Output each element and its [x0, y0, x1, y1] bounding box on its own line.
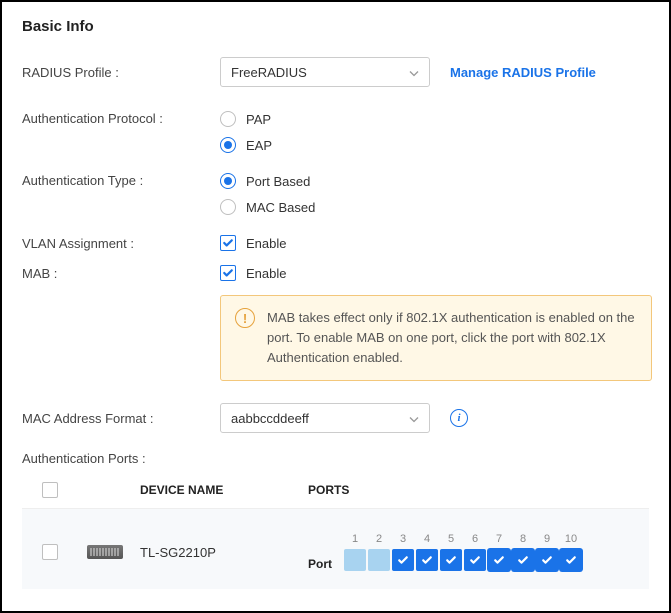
port-box[interactable]	[536, 549, 558, 571]
col-device-name: DEVICE NAME	[140, 483, 308, 497]
vlan-assignment-label: VLAN Assignment :	[22, 236, 220, 251]
switch-device-icon	[87, 545, 123, 559]
auth-protocol-option[interactable]: PAP	[220, 111, 271, 127]
auth-protocol-option[interactable]: EAP	[220, 137, 272, 153]
table-header: DEVICE NAME PORTS	[22, 472, 649, 509]
port-box[interactable]	[464, 549, 486, 571]
table-row: TL-SG2210P Port 1 2 3 4 5 6 7 8 9 10	[22, 509, 649, 589]
radio-icon	[220, 137, 236, 153]
mab-info-alert: ! MAB takes effect only if 802.1X authen…	[220, 295, 652, 381]
port-box[interactable]	[416, 549, 438, 571]
section-title: Basic Info	[22, 18, 649, 35]
mac-format-value: aabbccddeeff	[231, 411, 309, 426]
port-number: 5	[448, 533, 454, 545]
port-number: 1	[352, 533, 358, 545]
radius-profile-value: FreeRADIUS	[231, 65, 307, 80]
port-box[interactable]	[488, 549, 510, 571]
port-number: 9	[544, 533, 550, 545]
radio-icon	[220, 199, 236, 215]
port-box[interactable]	[392, 549, 414, 571]
port-type-label: Port	[308, 557, 332, 571]
mab-label: MAB :	[22, 266, 220, 281]
port-box[interactable]	[344, 549, 366, 571]
port-box[interactable]	[560, 549, 582, 571]
port-number: 3	[400, 533, 406, 545]
info-icon[interactable]: i	[450, 409, 468, 427]
auth-type-option-label: Port Based	[246, 174, 310, 189]
radius-profile-select[interactable]: FreeRADIUS	[220, 57, 430, 87]
chevron-down-icon	[409, 65, 419, 80]
auth-ports-label: Authentication Ports :	[22, 451, 220, 466]
port-number: 10	[565, 533, 577, 545]
chevron-down-icon	[409, 411, 419, 426]
port-box[interactable]	[512, 549, 534, 571]
vlan-assignment-option-label: Enable	[246, 236, 286, 251]
auth-protocol-label: Authentication Protocol :	[22, 111, 220, 126]
port-box[interactable]	[368, 549, 390, 571]
auth-type-label: Authentication Type :	[22, 173, 220, 188]
warning-icon: !	[235, 308, 255, 328]
auth-type-option-label: MAC Based	[246, 200, 315, 215]
port-number: 8	[520, 533, 526, 545]
auth-type-option[interactable]: Port Based	[220, 173, 310, 189]
radio-icon	[220, 111, 236, 127]
port-box[interactable]	[440, 549, 462, 571]
radius-profile-label: RADIUS Profile :	[22, 65, 220, 80]
mac-format-label: MAC Address Format :	[22, 411, 220, 426]
port-number: 7	[496, 533, 502, 545]
auth-protocol-option-label: PAP	[246, 112, 271, 127]
select-all-checkbox[interactable]	[42, 482, 58, 498]
device-name: TL-SG2210P	[140, 545, 308, 560]
manage-radius-profile-link[interactable]: Manage RADIUS Profile	[450, 65, 596, 80]
row-checkbox[interactable]	[42, 544, 58, 560]
col-ports: PORTS	[308, 483, 641, 497]
port-number: 6	[472, 533, 478, 545]
vlan-assignment-checkbox[interactable]: Enable	[220, 235, 286, 251]
checkbox-icon	[220, 235, 236, 251]
radio-icon	[220, 173, 236, 189]
mab-checkbox[interactable]: Enable	[220, 265, 286, 281]
mac-format-select[interactable]: aabbccddeeff	[220, 403, 430, 433]
auth-type-option[interactable]: MAC Based	[220, 199, 315, 215]
mab-option-label: Enable	[246, 266, 286, 281]
auth-protocol-option-label: EAP	[246, 138, 272, 153]
checkbox-icon	[220, 265, 236, 281]
port-number: 2	[376, 533, 382, 545]
port-number: 4	[424, 533, 430, 545]
alert-text: MAB takes effect only if 802.1X authenti…	[267, 308, 637, 368]
